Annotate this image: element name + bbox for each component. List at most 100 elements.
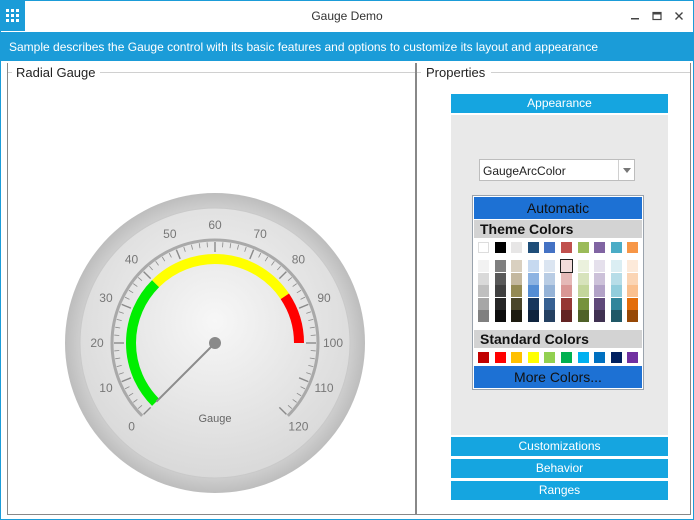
group-line xyxy=(417,72,421,73)
chevron-down-icon[interactable] xyxy=(618,160,634,180)
theme-shade-swatch[interactable] xyxy=(577,285,589,297)
theme-shade-swatch[interactable] xyxy=(478,272,489,285)
theme-shade-swatch[interactable] xyxy=(544,272,556,285)
theme-shade-swatch[interactable] xyxy=(527,260,539,272)
theme-shade-swatch[interactable] xyxy=(544,260,556,272)
theme-shade-swatch[interactable] xyxy=(511,260,523,272)
theme-shade-swatch[interactable] xyxy=(577,272,589,285)
theme-shade-swatch[interactable] xyxy=(544,297,556,310)
theme-shade-swatch[interactable] xyxy=(610,285,622,297)
theme-shade-swatch[interactable] xyxy=(527,272,539,285)
maximize-button[interactable] xyxy=(651,9,663,23)
tick-label: 60 xyxy=(208,218,222,232)
standard-colors-label: Standard Colors xyxy=(474,330,642,348)
appearance-section-header[interactable]: Appearance xyxy=(451,94,668,113)
tick-label: 10 xyxy=(99,381,113,395)
theme-shade-swatch[interactable] xyxy=(627,260,639,272)
theme-shade-swatch[interactable] xyxy=(494,260,506,272)
theme-shade-swatch[interactable] xyxy=(511,310,523,322)
theme-shade-swatch[interactable] xyxy=(478,285,489,297)
standard-color-swatch[interactable] xyxy=(527,352,539,363)
arc-color-combo[interactable]: GaugeArcColor xyxy=(479,159,635,181)
standard-color-swatch[interactable] xyxy=(478,352,489,363)
selected-swatch-marker xyxy=(560,259,573,273)
tick-label: 70 xyxy=(253,227,267,241)
standard-color-swatch[interactable] xyxy=(594,352,606,363)
theme-shade-swatch[interactable] xyxy=(478,297,489,310)
theme-color-swatch[interactable] xyxy=(511,242,523,253)
standard-color-swatch[interactable] xyxy=(561,352,572,363)
theme-shade-swatch[interactable] xyxy=(627,272,639,285)
tick-label: 120 xyxy=(288,419,308,433)
theme-shade-swatch[interactable] xyxy=(594,285,606,297)
theme-color-swatch[interactable] xyxy=(494,242,506,253)
theme-shade-swatch[interactable] xyxy=(494,285,506,297)
theme-shade-swatch[interactable] xyxy=(544,285,556,297)
close-icon xyxy=(675,12,683,20)
standard-color-swatch[interactable] xyxy=(577,352,589,363)
theme-shade-swatch[interactable] xyxy=(511,285,523,297)
more-colors-button[interactable]: More Colors... xyxy=(474,366,642,388)
theme-color-swatch[interactable] xyxy=(577,242,589,253)
theme-shade-swatch[interactable] xyxy=(527,310,539,322)
theme-shade-swatch[interactable] xyxy=(627,297,639,310)
theme-shade-swatch[interactable] xyxy=(577,310,589,322)
theme-shade-swatch[interactable] xyxy=(511,297,523,310)
properties-panel: Properties Appearance GaugeArcColor Auto… xyxy=(416,63,691,515)
behavior-section-header[interactable]: Behavior xyxy=(451,459,668,478)
standard-color-swatch[interactable] xyxy=(627,352,639,363)
theme-shade-swatch[interactable] xyxy=(478,260,489,272)
theme-shade-swatch[interactable] xyxy=(527,297,539,310)
theme-color-swatch[interactable] xyxy=(544,242,556,253)
theme-shade-swatch[interactable] xyxy=(527,285,539,297)
theme-shade-swatch[interactable] xyxy=(561,285,572,297)
close-button[interactable] xyxy=(673,9,685,23)
window-title: Gauge Demo xyxy=(311,9,383,23)
theme-colors-label: Theme Colors xyxy=(474,220,642,238)
theme-shade-swatch[interactable] xyxy=(494,310,506,322)
theme-shade-swatch[interactable] xyxy=(594,260,606,272)
theme-color-swatch[interactable] xyxy=(561,242,572,253)
theme-shade-swatch[interactable] xyxy=(577,297,589,310)
theme-shade-swatch[interactable] xyxy=(610,272,622,285)
theme-shade-swatch[interactable] xyxy=(577,260,589,272)
theme-shade-swatch[interactable] xyxy=(494,297,506,310)
theme-shade-swatch[interactable] xyxy=(627,285,639,297)
tick-label: 80 xyxy=(292,253,306,267)
theme-shade-swatch[interactable] xyxy=(610,310,622,322)
theme-shade-swatch[interactable] xyxy=(544,310,556,322)
theme-color-swatch[interactable] xyxy=(610,242,622,253)
standard-color-swatch[interactable] xyxy=(494,352,506,363)
theme-shade-swatch[interactable] xyxy=(594,272,606,285)
tick-label: 110 xyxy=(314,381,333,395)
theme-shade-swatch[interactable] xyxy=(610,297,622,310)
theme-shade-swatch[interactable] xyxy=(561,297,572,310)
theme-shade-swatch[interactable] xyxy=(511,272,523,285)
radial-gauge: 0 10 20 30 40 50 60 70 80 90 100 110 120 Gauge xyxy=(58,138,378,498)
theme-shade-swatch[interactable] xyxy=(478,310,489,322)
maximize-icon xyxy=(652,11,662,21)
theme-shade-swatch[interactable] xyxy=(594,310,606,322)
theme-shade-swatch[interactable] xyxy=(561,272,572,285)
theme-shade-swatch[interactable] xyxy=(610,260,622,272)
standard-color-swatch[interactable] xyxy=(511,352,523,363)
theme-color-swatch[interactable] xyxy=(627,242,639,253)
appearance-section-body: GaugeArcColor Automatic Theme Colors Sta… xyxy=(451,115,668,435)
tick-label: 0 xyxy=(128,419,135,433)
customizations-section-header[interactable]: Customizations xyxy=(451,437,668,456)
theme-color-swatch[interactable] xyxy=(527,242,539,253)
theme-color-swatch[interactable] xyxy=(594,242,606,253)
gauge-svg: 0 10 20 30 40 50 60 70 80 90 100 110 120 Gauge xyxy=(65,193,365,493)
minimize-icon xyxy=(631,18,639,20)
standard-color-swatch[interactable] xyxy=(610,352,622,363)
ranges-section-header[interactable]: Ranges xyxy=(451,481,668,500)
minimize-button[interactable] xyxy=(629,9,641,23)
theme-shade-swatch[interactable] xyxy=(594,297,606,310)
window-controls xyxy=(629,9,685,23)
theme-shade-swatch[interactable] xyxy=(494,272,506,285)
theme-shade-swatch[interactable] xyxy=(561,310,572,322)
theme-shade-swatch[interactable] xyxy=(627,310,639,322)
standard-color-swatch[interactable] xyxy=(544,352,556,363)
automatic-color-button[interactable]: Automatic xyxy=(474,197,642,219)
theme-color-swatch[interactable] xyxy=(478,242,489,253)
